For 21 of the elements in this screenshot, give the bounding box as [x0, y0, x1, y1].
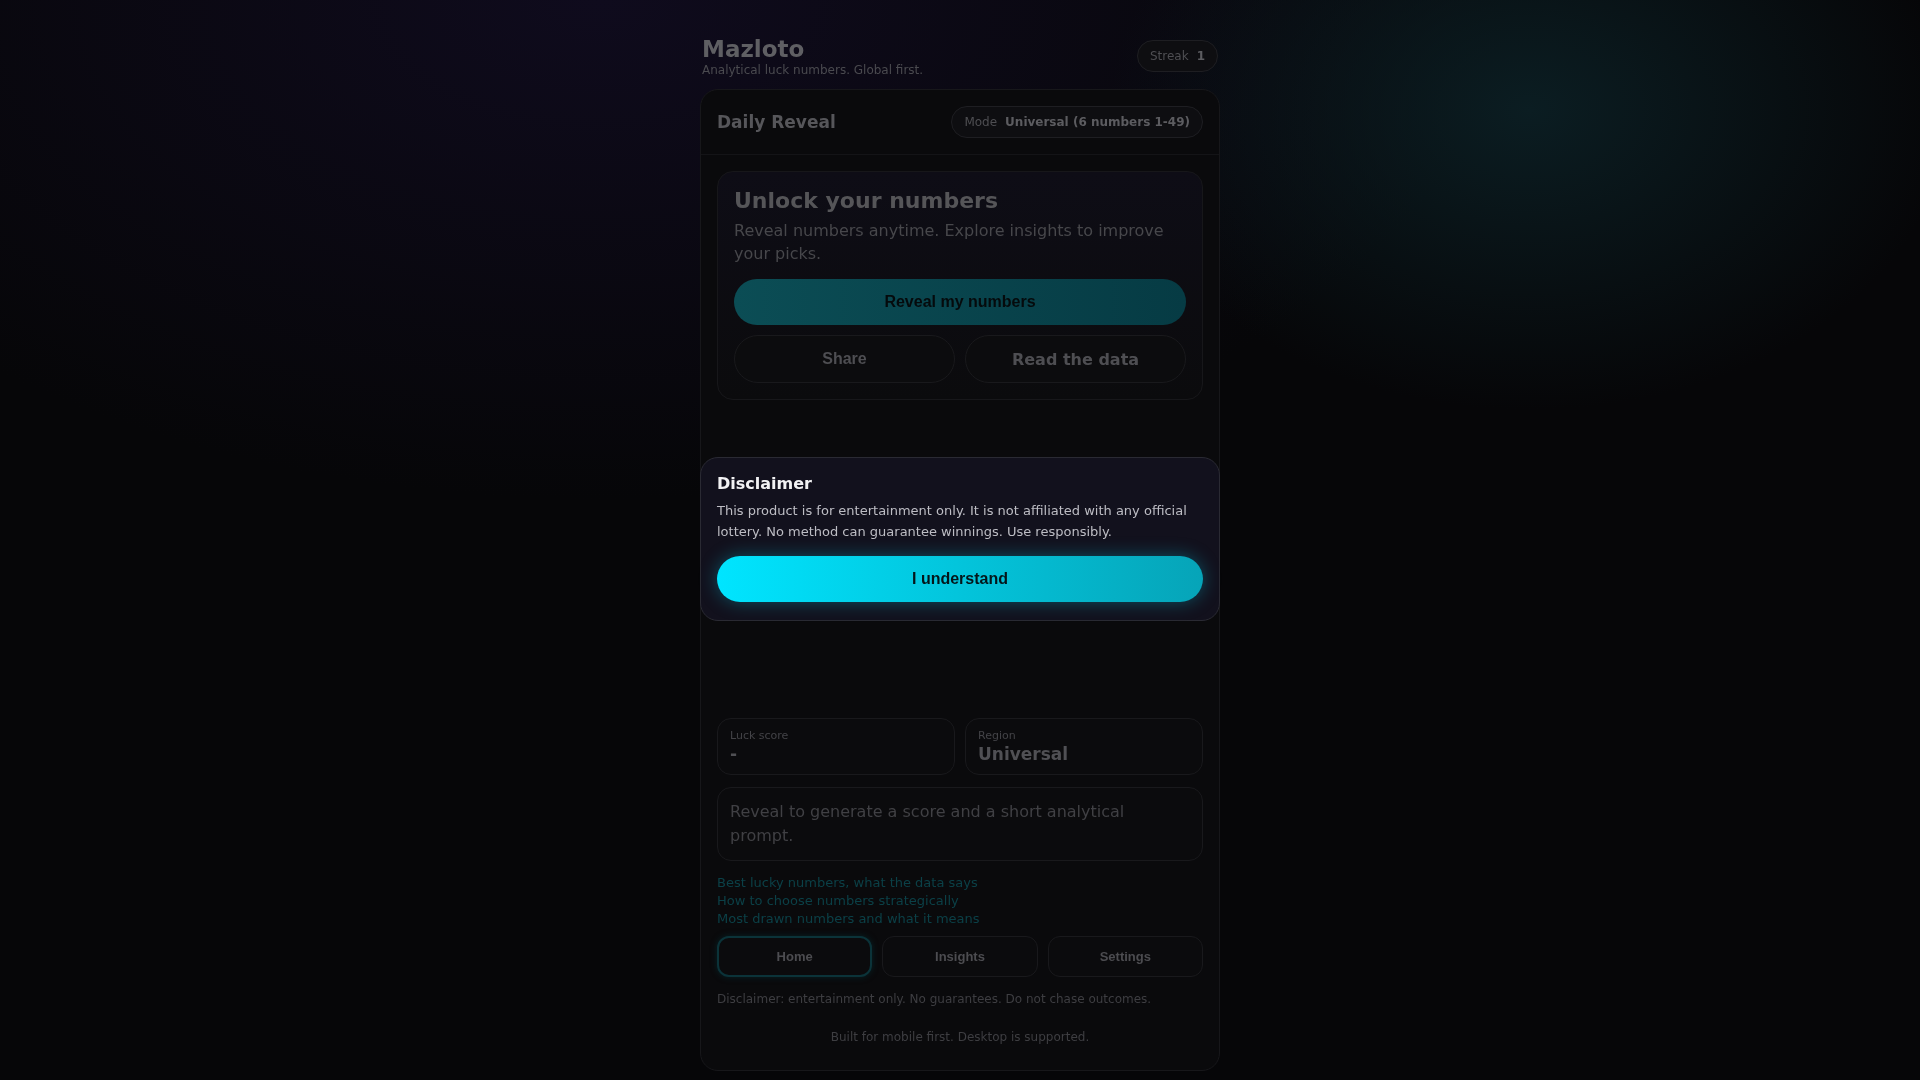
- nav-tab[interactable]: Settings: [1047, 936, 1203, 977]
- article-link[interactable]: Best lucky numbers, what the data says: [717, 875, 978, 890]
- secondary-button[interactable]: Share: [734, 335, 955, 383]
- app-subtitle: Analytical luck numbers. Global first.: [702, 63, 924, 77]
- article-link[interactable]: Most drawn numbers and what it means: [717, 911, 980, 926]
- article-link[interactable]: How to choose numbers strategically: [717, 893, 959, 908]
- secondary-button[interactable]: Read the data: [965, 335, 1186, 383]
- nav-tab[interactable]: Insights: [882, 936, 1038, 977]
- hero-title: Unlock your numbers: [734, 188, 999, 213]
- card-title: Daily Reveal: [717, 112, 836, 132]
- hero-text: Reveal numbers anytime. Explore insights to improve your picks.: [734, 220, 1165, 265]
- reveal-button[interactable]: Reveal my numbers: [734, 279, 1186, 325]
- mode-badge: Mode Universal (6 numbers 1-49): [951, 106, 1203, 138]
- app-title: Mazloto: [702, 36, 806, 62]
- stat-tile: Luck score -: [717, 718, 955, 775]
- understand-button[interactable]: I understand: [717, 556, 1203, 602]
- streak-badge: Streak 1: [1136, 40, 1218, 72]
- nav-tab[interactable]: Home: [717, 936, 873, 977]
- dialog-text: This product is for entertainment only. It is not affiliated with any official lottery. No method can guarantee winnings. Use responsibly.: [717, 502, 1188, 541]
- dialog-title: Disclaimer: [717, 474, 813, 493]
- stat-tile: Region Universal: [965, 718, 1203, 775]
